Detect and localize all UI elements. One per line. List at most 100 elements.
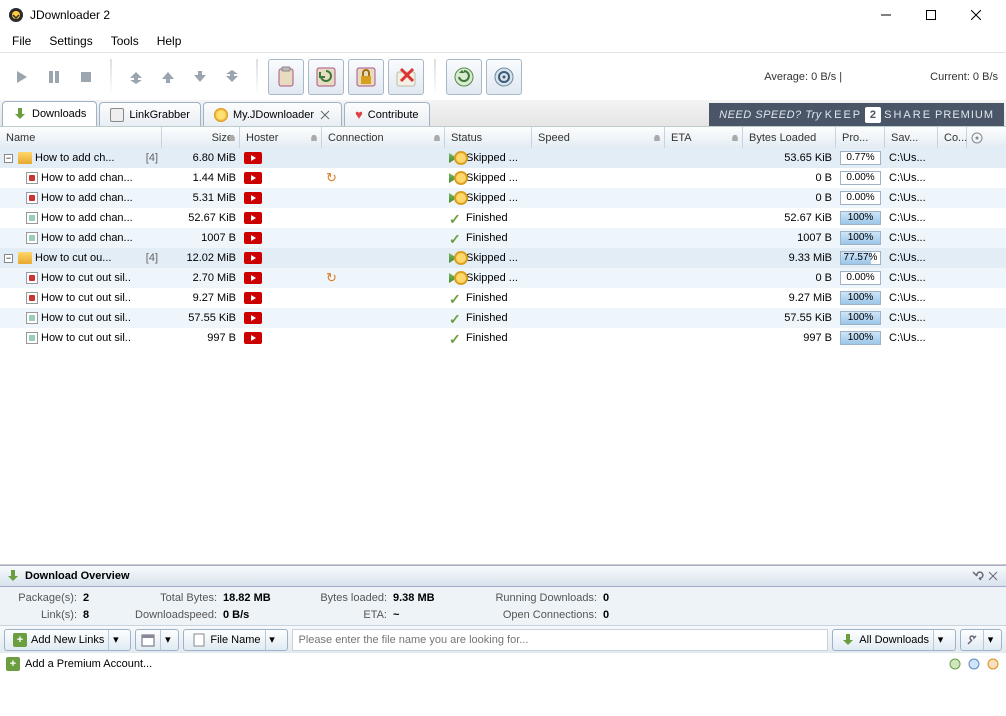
close-button[interactable] <box>953 0 998 30</box>
premium-banner[interactable]: NEED SPEED? Try KEEP 2 SHARE PREMIUM <box>709 103 1004 126</box>
table-row[interactable]: How to add chan...52.67 KiBFinished52.67… <box>0 208 1006 228</box>
ov-packages-lbl: Package(s): <box>8 592 83 604</box>
row-name: How to cut out sil.. <box>41 332 131 344</box>
clipboard-observer-button[interactable] <box>268 59 304 95</box>
status-icon-1[interactable] <box>948 657 962 671</box>
remove-button[interactable] <box>388 59 424 95</box>
col-bytes[interactable]: Bytes Loaded <box>743 127 836 148</box>
banner-text: KEEP <box>825 109 862 121</box>
col-save[interactable]: Sav... <box>885 127 938 148</box>
chevron-down-icon[interactable]: ▾ <box>108 630 122 650</box>
col-progress[interactable]: Pro... <box>836 127 885 148</box>
row-status: Skipped ... <box>466 172 518 184</box>
chevron-down-icon[interactable]: ▾ <box>265 630 279 650</box>
pause-button[interactable] <box>40 63 68 91</box>
all-downloads-label: All Downloads <box>859 634 929 646</box>
table-row[interactable]: −How to cut ou...[4]12.02 MiBSkipped ...… <box>0 248 1006 268</box>
skipped-icon <box>449 191 463 205</box>
row-name: How to add ch... <box>35 152 115 164</box>
overview-header[interactable]: Download Overview <box>0 565 1006 587</box>
youtube-icon <box>244 332 262 344</box>
column-settings-icon[interactable] <box>967 127 987 148</box>
col-status[interactable]: Status <box>445 127 532 148</box>
minimize-button[interactable] <box>863 0 908 30</box>
menu-tools[interactable]: Tools <box>103 31 147 51</box>
play-button[interactable] <box>8 63 36 91</box>
col-eta[interactable]: ETA <box>665 127 743 148</box>
table-row[interactable]: How to cut out sil..2.70 MiBSkipped ...0… <box>0 268 1006 288</box>
file-icon <box>192 633 206 647</box>
search-filter-button[interactable]: File Name ▾ <box>183 629 287 651</box>
stop-button[interactable] <box>72 63 100 91</box>
menu-settings[interactable]: Settings <box>41 31 100 51</box>
tree-expand-icon[interactable]: − <box>4 254 13 263</box>
download-icon <box>13 107 27 121</box>
tab-contribute[interactable]: ♥ Contribute <box>344 102 429 126</box>
settings-button[interactable]: ▾ <box>960 629 1002 651</box>
youtube-icon <box>244 292 262 304</box>
overview-close-icon[interactable] <box>986 569 1000 583</box>
package-icon <box>18 152 32 164</box>
move-bottom-button[interactable] <box>218 63 246 91</box>
row-name: How to cut out sil.. <box>41 272 131 284</box>
tab-downloads[interactable]: Downloads <box>2 101 97 126</box>
table-row[interactable]: How to add chan...5.31 MiBSkipped ...0 B… <box>0 188 1006 208</box>
table-row[interactable]: −How to add ch...[4]6.80 MiBSkipped ...5… <box>0 148 1006 168</box>
table-row[interactable]: How to cut out sil..57.55 KiBFinished57.… <box>0 308 1006 328</box>
row-status: Finished <box>466 232 508 244</box>
maximize-button[interactable] <box>908 0 953 30</box>
file-icon <box>26 312 38 324</box>
progress-bar: 100% <box>840 231 881 245</box>
col-hoster[interactable]: Hoster <box>240 127 322 148</box>
overview-title: Download Overview <box>25 570 130 582</box>
auto-reconnect-button[interactable] <box>308 59 344 95</box>
menu-help[interactable]: Help <box>149 31 190 51</box>
banner-text: PREMIUM <box>935 109 994 121</box>
search-input[interactable] <box>292 629 829 651</box>
col-speed[interactable]: Speed <box>532 127 665 148</box>
chevron-down-icon[interactable]: ▾ <box>160 630 174 650</box>
current-speed-label: Current: 0 B/s <box>930 71 998 83</box>
close-tab-icon[interactable] <box>319 109 331 121</box>
col-connection[interactable]: Connection <box>322 127 445 148</box>
overview-tool-icon[interactable] <box>970 569 984 583</box>
file-icon <box>26 192 38 204</box>
app-logo-icon <box>8 7 24 23</box>
add-premium-link[interactable]: Add a Premium Account... <box>25 658 152 670</box>
add-new-links-button[interactable]: + Add New Links ▾ <box>4 629 131 651</box>
row-size: 997 B <box>162 332 240 344</box>
tree-expand-icon[interactable]: − <box>4 154 13 163</box>
table-row[interactable]: How to add chan...1.44 MiBSkipped ...0 B… <box>0 168 1006 188</box>
tab-myjdownloader[interactable]: My.JDownloader <box>203 102 342 126</box>
table-row[interactable]: How to add chan...1007 BFinished1007 B10… <box>0 228 1006 248</box>
move-up-button[interactable] <box>154 63 182 91</box>
all-downloads-button[interactable]: All Downloads ▾ <box>832 629 956 651</box>
move-down-button[interactable] <box>186 63 214 91</box>
status-icon-2[interactable] <box>967 657 981 671</box>
tab-linkgrabber[interactable]: LinkGrabber <box>99 102 201 126</box>
col-size[interactable]: Size <box>162 127 240 148</box>
skipped-icon <box>449 171 463 185</box>
download-table[interactable]: −How to add ch...[4]6.80 MiBSkipped ...5… <box>0 148 1006 565</box>
chevron-down-icon[interactable]: ▾ <box>983 630 997 650</box>
table-row[interactable]: How to cut out sil..9.27 MiBFinished9.27… <box>0 288 1006 308</box>
status-icon-3[interactable] <box>986 657 1000 671</box>
tabs-row: Downloads LinkGrabber My.JDownloader ♥ C… <box>0 100 1006 126</box>
reconnect-button[interactable] <box>486 59 522 95</box>
row-size: 1.44 MiB <box>162 172 240 184</box>
menubar: File Settings Tools Help <box>0 30 1006 52</box>
row-name: How to add chan... <box>41 212 133 224</box>
menu-file[interactable]: File <box>4 31 39 51</box>
update-button[interactable] <box>446 59 482 95</box>
package-icon <box>18 252 32 264</box>
table-header: Name Size Hoster Connection Status Speed… <box>0 126 1006 148</box>
col-comment[interactable]: Co... <box>938 127 967 148</box>
col-name[interactable]: Name <box>0 127 162 148</box>
calendar-button[interactable]: ▾ <box>135 629 179 651</box>
file-icon <box>26 272 38 284</box>
chevron-down-icon[interactable]: ▾ <box>933 630 947 650</box>
banner-text: SHARE <box>884 109 932 121</box>
table-row[interactable]: How to cut out sil..997 BFinished997 B10… <box>0 328 1006 348</box>
move-top-button[interactable] <box>122 63 150 91</box>
premium-button[interactable] <box>348 59 384 95</box>
